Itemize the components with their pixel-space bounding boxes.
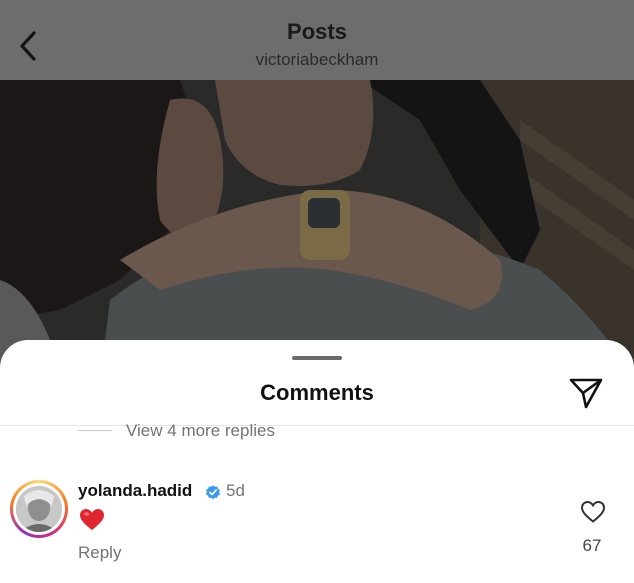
avatar[interactable] <box>10 480 68 538</box>
sheet-drag-handle[interactable] <box>292 356 342 360</box>
divider <box>0 425 634 426</box>
reply-button[interactable]: Reply <box>78 543 121 563</box>
comment-timestamp: 5d <box>226 481 245 500</box>
post-photo <box>0 80 634 380</box>
verified-badge-icon <box>205 484 221 500</box>
view-more-replies-button[interactable]: View 4 more replies <box>126 421 275 441</box>
top-bar: Posts victoriabeckham <box>0 0 634 80</box>
like-button[interactable] <box>580 500 606 524</box>
account-username[interactable]: victoriabeckham <box>0 50 634 70</box>
avatar-image <box>16 486 62 532</box>
share-button[interactable] <box>568 376 604 410</box>
heart-outline-icon <box>580 500 606 523</box>
paper-plane-icon <box>569 378 603 409</box>
page-title: Posts <box>287 19 347 44</box>
reply-thread-line <box>78 430 112 431</box>
sheet-title: Comments <box>260 380 374 405</box>
like-count: 67 <box>582 536 602 555</box>
red-heart-emoji-icon <box>79 508 105 532</box>
comment-username[interactable]: yolanda.hadid <box>78 481 192 501</box>
comments-sheet: Comments View 4 more replies yolanda.had… <box>0 340 634 583</box>
